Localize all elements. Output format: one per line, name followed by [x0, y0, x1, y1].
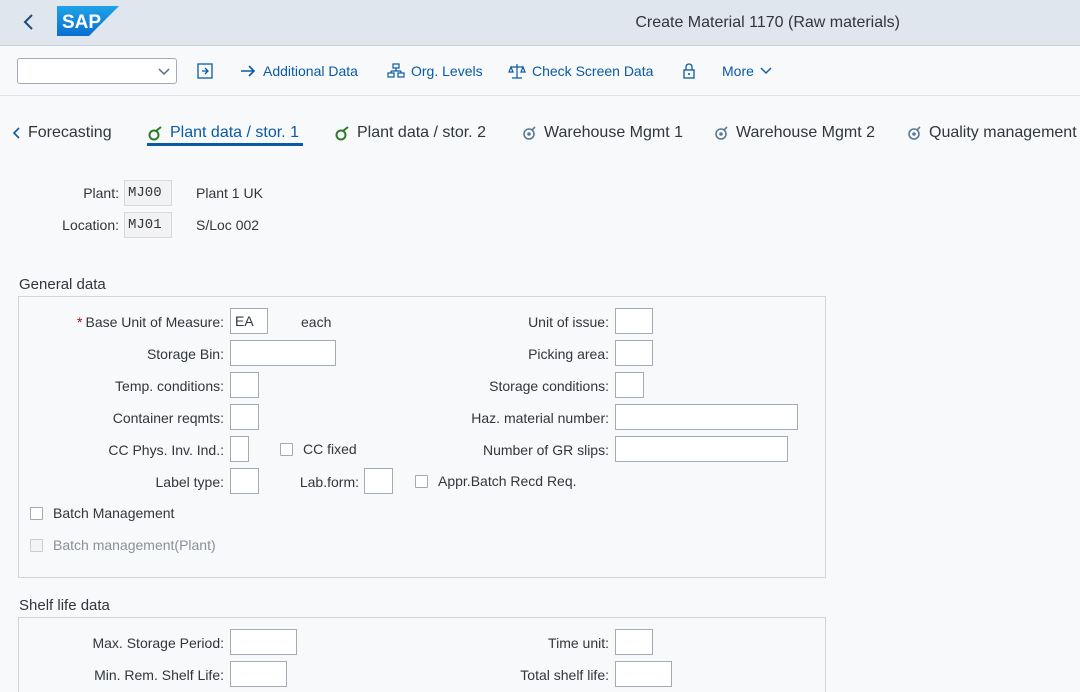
- storage-conditions-input[interactable]: [615, 372, 644, 398]
- chevron-down-icon: [760, 67, 772, 74]
- org-levels-button[interactable]: Org. Levels: [387, 61, 483, 81]
- page-title: Create Material 1170 (Raw materials): [635, 14, 900, 31]
- shell-bar: SAP Create Material 1170 (Raw materials): [0, 0, 1080, 46]
- base-uom-label-text: Base Unit of Measure:: [85, 314, 224, 330]
- min-rem-label: Min. Rem. Shelf Life:: [94, 667, 224, 683]
- export-button[interactable]: [196, 61, 214, 81]
- container-reqmts-label: Container reqmts:: [112, 410, 224, 426]
- tab-plant-stor-2[interactable]: Plant data / stor. 2: [335, 120, 486, 146]
- location-description: S/Loc 002: [196, 217, 260, 233]
- picking-area-label: Picking area:: [528, 346, 609, 362]
- max-storage-input[interactable]: [230, 629, 297, 655]
- org-levels-label: Org. Levels: [411, 63, 483, 79]
- gr-slips-label: Number of GR slips:: [482, 442, 609, 458]
- chevron-down-icon: [158, 68, 170, 76]
- appr-batch-label: Appr.Batch Recd Req.: [438, 473, 577, 489]
- status-complete-icon: [148, 126, 162, 141]
- cc-fixed-label: CC fixed: [303, 441, 357, 457]
- more-button[interactable]: More: [722, 61, 772, 81]
- label-type-label: Label type:: [155, 474, 225, 490]
- batch-management-plant-label: Batch management(Plant): [53, 537, 216, 553]
- plant-label: Plant:: [83, 185, 119, 201]
- location-field[interactable]: MJ01: [124, 212, 172, 238]
- temp-conditions-label: Temp. conditions:: [115, 378, 224, 394]
- hierarchy-icon: [387, 63, 405, 78]
- tab-quality-management[interactable]: Quality management: [907, 120, 1077, 146]
- more-label: More: [722, 63, 754, 79]
- storage-bin-input[interactable]: [230, 340, 336, 366]
- toolbar: Additional Data Org. Levels Check Screen…: [0, 46, 1080, 96]
- batch-management-label: Batch Management: [53, 505, 175, 521]
- sap-logo: SAP: [57, 6, 119, 36]
- tab-label: Plant data / stor. 2: [357, 124, 486, 141]
- temp-conditions-input[interactable]: [230, 372, 259, 398]
- status-pending-icon: [523, 126, 536, 140]
- tab-label: Warehouse Mgmt 1: [544, 124, 684, 141]
- additional-data-label: Additional Data: [263, 63, 358, 79]
- location-label: Location:: [62, 217, 119, 233]
- tab-label: Plant data / stor. 1: [170, 124, 299, 141]
- batch-management-checkbox[interactable]: [30, 507, 43, 520]
- min-rem-input[interactable]: [230, 661, 287, 687]
- unit-of-issue-label: Unit of issue:: [528, 314, 609, 330]
- plant-description: Plant 1 UK: [196, 185, 263, 201]
- storage-bin-label: Storage Bin:: [146, 346, 224, 362]
- general-data-title: General data: [19, 276, 106, 293]
- gr-slips-input[interactable]: [615, 436, 788, 462]
- chevron-left-icon: [23, 14, 33, 30]
- batch-management-plant-checkbox: [30, 539, 43, 552]
- base-uom-label: * Base Unit of Measure:: [77, 314, 224, 330]
- arrow-right-icon: [241, 65, 256, 77]
- lab-form-input[interactable]: [364, 468, 393, 494]
- picking-area-input[interactable]: [615, 340, 653, 366]
- command-dropdown[interactable]: [17, 58, 177, 84]
- tab-warehouse-mgmt-2[interactable]: Warehouse Mgmt 2: [714, 120, 875, 146]
- container-reqmts-input[interactable]: [230, 404, 259, 430]
- haz-material-input[interactable]: [615, 404, 798, 430]
- status-complete-icon: [335, 126, 349, 141]
- tab-label: Warehouse Mgmt 2: [736, 124, 876, 141]
- cc-phys-inv-input[interactable]: [230, 436, 249, 462]
- required-marker: *: [77, 314, 83, 330]
- storage-conditions-label: Storage conditions:: [489, 378, 609, 394]
- svg-text:SAP: SAP: [62, 12, 101, 33]
- tab-forecasting[interactable]: Forecasting: [10, 120, 112, 146]
- status-pending-icon: [715, 126, 728, 140]
- cc-phys-inv-label: CC Phys. Inv. Ind.:: [108, 442, 224, 458]
- tab-label: Forecasting: [28, 124, 112, 141]
- shelf-life-title: Shelf life data: [19, 597, 110, 614]
- base-uom-description: each: [301, 314, 332, 330]
- max-storage-label: Max. Storage Period:: [92, 635, 224, 651]
- total-shelf-label: Total shelf life:: [520, 667, 609, 683]
- unit-of-issue-input[interactable]: [615, 308, 653, 334]
- lock-button[interactable]: [681, 61, 697, 81]
- tab-label: Quality management: [929, 124, 1077, 141]
- back-button[interactable]: [18, 10, 40, 34]
- status-pending-icon: [908, 126, 921, 140]
- total-shelf-input[interactable]: [615, 661, 672, 687]
- time-unit-input[interactable]: [615, 629, 653, 655]
- tab-warehouse-mgmt-1[interactable]: Warehouse Mgmt 1: [522, 120, 683, 146]
- cc-fixed-checkbox[interactable]: [280, 443, 293, 456]
- balance-scale-icon: [508, 64, 526, 79]
- additional-data-button[interactable]: Additional Data: [239, 61, 358, 81]
- haz-material-label: Haz. material number:: [471, 410, 609, 426]
- lock-icon: [683, 63, 695, 79]
- active-tab-indicator: [147, 143, 303, 146]
- plant-field[interactable]: MJ00: [124, 180, 172, 206]
- appr-batch-checkbox[interactable]: [415, 475, 428, 488]
- base-uom-input[interactable]: EA: [230, 308, 268, 334]
- check-screen-data-button[interactable]: Check Screen Data: [508, 61, 653, 81]
- check-screen-data-label: Check Screen Data: [532, 63, 654, 79]
- time-unit-label: Time unit:: [548, 635, 609, 651]
- lab-form-label: Lab.form:: [299, 474, 359, 490]
- export-icon: [197, 63, 213, 79]
- chevron-left-icon: [12, 127, 20, 139]
- label-type-input[interactable]: [230, 468, 259, 494]
